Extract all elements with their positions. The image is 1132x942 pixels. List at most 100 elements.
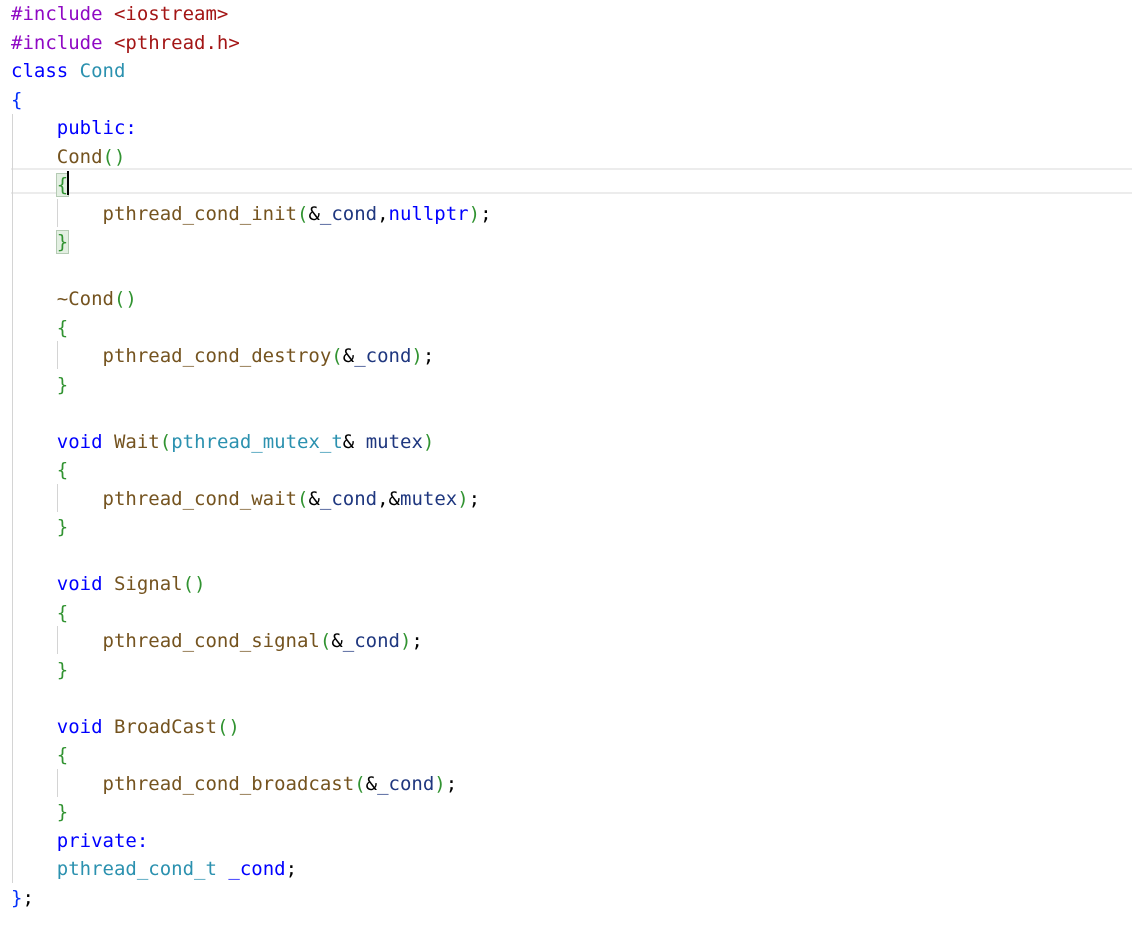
code-token: & [308,202,320,225]
code-token: ; [480,202,492,225]
code-line: void Signal() [11,570,206,599]
code-token: _cond [354,345,412,367]
code-token: , [377,487,389,510]
code-line: public: [11,114,137,143]
code-token: Signal [113,573,183,595]
code-token: & [365,772,378,795]
code-line: pthread_cond_t _cond; [11,855,297,884]
code-token: ( [296,202,309,225]
code-line: } [11,656,68,685]
code-line: } [11,513,68,542]
code-line: { [11,86,22,115]
code-token: #include [11,31,103,54]
code-token: & [388,487,400,510]
code-token: pthread_cond_t [56,858,217,880]
code-token: } [56,516,69,538]
code-token: { [56,459,69,481]
code-token: class [11,60,69,82]
matched-brace: } [55,230,70,254]
code-token: pthread_cond_broadcast [102,772,355,795]
code-token: ) [399,630,412,652]
text-caret [67,171,69,195]
code-token: ( [354,772,366,795]
current-line-highlight [11,168,1132,194]
code-token: pthread_cond_wait [102,487,297,510]
code-line: #include <pthread.h> [11,29,240,58]
code-line: } [11,371,68,400]
code-token: ; [285,858,298,880]
code-line: }; [11,884,34,913]
code-line: ~Cond() [11,285,137,314]
code-token: _cond [377,772,435,795]
code-token: { [11,88,23,111]
code-token: ( [159,430,172,453]
code-token: #include [11,3,103,25]
code-token: () [182,573,206,595]
code-line: Cond() [11,143,126,172]
code-token: { [56,316,69,339]
code-line: } [11,798,68,827]
code-token: ; [22,886,34,909]
code-token: void [56,573,103,595]
code-token: } [56,373,69,396]
code-line: void Wait(pthread_mutex_t& mutex) [11,428,435,457]
code-line: { [11,314,68,343]
code-token: pthread_cond_destroy [102,345,332,367]
code-token: } [11,886,23,909]
code-token: _cond [319,202,378,225]
code-token: nullptr [388,202,469,225]
code-token: Wait [113,430,160,453]
code-token: () [102,145,126,168]
code-editor[interactable]: #include <iostream> #include <pthread.h> c… [0,0,1132,942]
code-token: pthread_mutex_t [171,430,343,453]
code-token: & [342,345,355,367]
code-token: pthread_cond_init [102,202,297,225]
code-line: pthread_cond_destroy(&_cond); [11,342,435,371]
code-token: Cond [79,60,126,82]
code-token: } [56,801,69,823]
code-token: BroadCast [113,715,217,738]
code-token: () [113,288,137,310]
code-token: pthread_cond_signal [102,630,320,652]
code-line: { [11,456,68,485]
code-token: ) [422,430,435,453]
code-token: { [56,601,69,624]
code-line: pthread_cond_broadcast(&_cond); [11,770,458,799]
code-token: _cond [228,858,286,880]
code-token: ) [411,345,423,367]
code-line: class Cond [11,57,125,86]
code-line: { [11,599,68,628]
code-token: ~Cond [56,288,114,310]
code-token: ( [331,345,343,367]
code-line: { [11,741,68,770]
code-token: ) [457,487,469,510]
code-token: () [216,715,240,738]
code-token: <pthread.h> [113,31,240,54]
code-line: private: [11,827,149,856]
code-token: mutex [365,430,423,453]
code-token: ( [319,630,332,652]
